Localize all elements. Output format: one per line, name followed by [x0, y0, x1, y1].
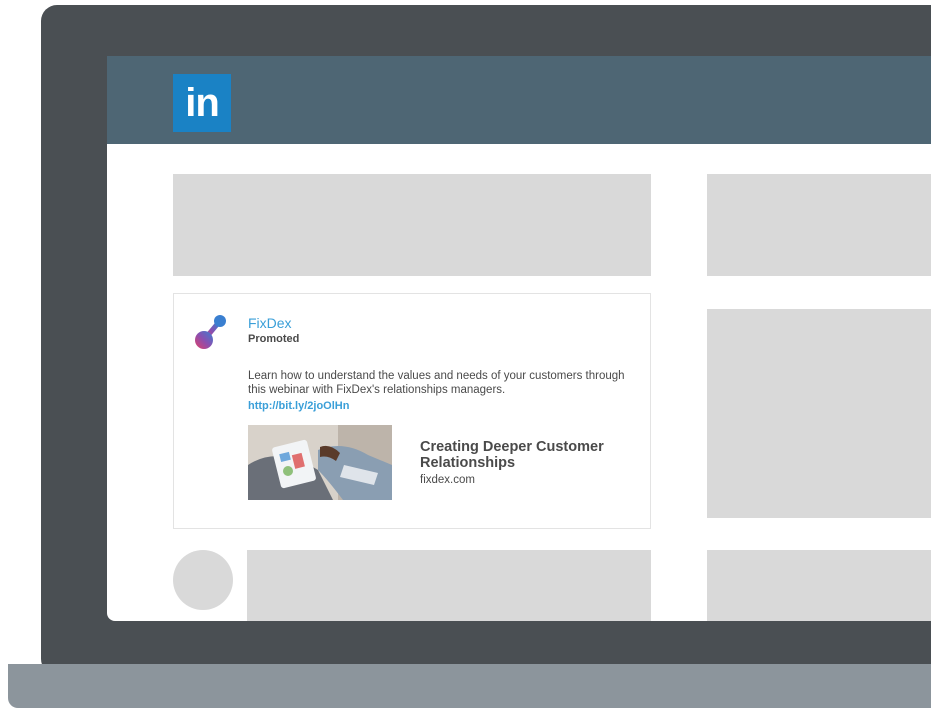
linkedin-logo-icon[interactable]: in — [173, 74, 231, 132]
sponsored-post-card[interactable]: FixDex Promoted Learn how to understand … — [173, 293, 651, 529]
browser-screen: in FixDex Promoted Learn how to understa… — [107, 56, 931, 621]
placeholder-block-bottom-left — [247, 550, 651, 621]
fixdex-logo-icon[interactable] — [192, 312, 228, 352]
post-body-text: Learn how to understand the values and n… — [248, 370, 625, 396]
company-name-link[interactable]: FixDex — [248, 315, 292, 331]
promoted-label: Promoted — [248, 333, 300, 345]
placeholder-block-top-left — [173, 174, 651, 276]
post-url-link[interactable]: http://bit.ly/2joOlHn — [248, 400, 349, 412]
laptop-base — [8, 664, 931, 708]
placeholder-block-bottom-right — [707, 550, 931, 621]
placeholder-block-mid-right — [707, 309, 931, 518]
top-header-bar: in — [107, 56, 931, 144]
article-domain: fixdex.com — [420, 474, 475, 486]
article-thumbnail-image[interactable] — [248, 425, 392, 500]
placeholder-block-top-right — [707, 174, 931, 276]
placeholder-avatar — [173, 550, 233, 610]
article-title[interactable]: Creating Deeper Customer Relationships — [420, 439, 630, 471]
